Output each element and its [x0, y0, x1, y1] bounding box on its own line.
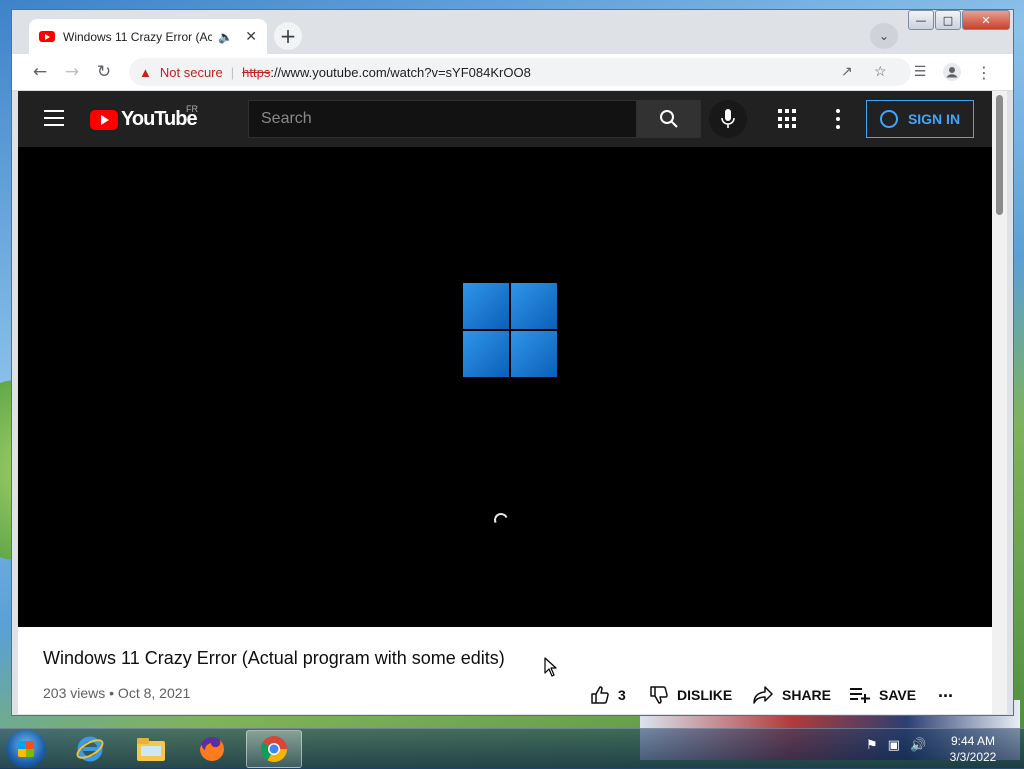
firefox-icon[interactable] [184, 730, 240, 768]
clock-date: 3/3/2022 [949, 750, 997, 764]
video-meta: 203 views • Oct 8, 2021 [43, 685, 191, 701]
not-secure-label[interactable]: Not secure [160, 65, 223, 80]
volume-icon[interactable]: 🔊 [910, 738, 926, 753]
chrome-icon[interactable] [246, 730, 302, 768]
tab-close-icon[interactable]: ✕ [245, 29, 257, 45]
voice-search-button[interactable] [709, 100, 747, 138]
youtube-favicon-icon [39, 31, 55, 42]
like-button[interactable]: 3 [590, 685, 626, 705]
youtube-page: YouTube FR SIGN IN Windows 11 Crazy [18, 91, 992, 714]
start-button[interactable] [6, 730, 46, 768]
youtube-play-icon [90, 109, 118, 130]
microphone-icon [721, 109, 735, 128]
share-page-icon[interactable]: ↗ [841, 63, 853, 80]
dislike-button[interactable]: DISLIKE [649, 685, 732, 705]
back-arrow-icon[interactable]: ← [28, 60, 52, 84]
hamburger-menu-icon[interactable] [44, 110, 64, 126]
close-window-button[interactable]: ✕ [962, 10, 1010, 30]
action-center-flag-icon[interactable]: ⚑ [866, 738, 878, 753]
taskbar: ⚑ ▣ 🔊 9:44 AM 3/3/2022 [0, 728, 1024, 769]
minimize-button[interactable]: — [908, 10, 934, 30]
browser-toolbar: ← → ↻ ▲ Not secure | https://www.youtube… [12, 54, 1013, 91]
maximize-button[interactable]: □ [935, 10, 961, 30]
audio-playing-icon[interactable]: 🔈 [218, 30, 233, 44]
youtube-logo[interactable]: YouTube FR [90, 104, 198, 131]
window-controls: — □ ✕ [908, 10, 1011, 30]
internet-explorer-icon[interactable] [62, 730, 118, 768]
tab-search-button[interactable]: ⌄ [870, 23, 898, 49]
profile-avatar-icon[interactable] [940, 60, 964, 84]
forward-arrow-icon[interactable]: → [60, 60, 84, 84]
file-explorer-icon[interactable] [123, 730, 179, 768]
save-label: SAVE [879, 687, 917, 703]
clock-time: 9:44 AM [950, 734, 996, 748]
sign-in-label: SIGN IN [907, 111, 961, 127]
settings-more-icon[interactable] [835, 109, 841, 129]
scrollbar-thumb[interactable] [996, 95, 1003, 215]
thumbs-up-icon [591, 686, 609, 704]
taskbar-clock[interactable]: 9:44 AM 3/3/2022 [938, 733, 1008, 765]
search-button[interactable] [637, 100, 701, 138]
more-actions-icon: ... [938, 681, 954, 701]
address-bar[interactable]: ▲ Not secure | https://www.youtube.com/w… [129, 58, 911, 86]
browser-menu-icon[interactable]: ⋮ [972, 60, 996, 84]
loading-spinner-icon [492, 511, 510, 529]
reading-list-icon[interactable]: ☰ [908, 60, 932, 84]
tab-title: Windows 11 Crazy Error (Actual program w… [63, 29, 213, 44]
system-tray: ⚑ ▣ 🔊 [866, 738, 936, 753]
video-player[interactable] [18, 147, 992, 627]
share-label: SHARE [782, 687, 832, 703]
like-count: 3 [618, 687, 626, 703]
thumbs-down-icon [650, 686, 668, 704]
bookmark-star-icon[interactable]: ☆ [874, 63, 887, 80]
save-button[interactable]: SAVE [849, 685, 916, 705]
url-scheme: https [242, 64, 271, 80]
search-box [248, 100, 637, 138]
region-code: FR [186, 104, 198, 114]
page-scrollbar[interactable] [992, 91, 1007, 714]
youtube-header: YouTube FR SIGN IN [18, 91, 992, 147]
video-title: Windows 11 Crazy Error (Actual program w… [43, 648, 505, 668]
more-actions-button[interactable]: ... [938, 681, 953, 702]
warning-triangle-icon[interactable]: ▲ [139, 65, 152, 80]
browser-tab[interactable]: Windows 11 Crazy Error (Actual program w… [29, 19, 267, 54]
url-text: ://www.youtube.com/watch?v=sYF084KrOO8 [270, 64, 531, 80]
browser-window: Windows 11 Crazy Error (Actual program w… [11, 9, 1014, 716]
search-input[interactable] [249, 101, 636, 137]
apps-grid-icon[interactable] [778, 109, 798, 129]
share-arrow-icon [753, 686, 773, 704]
mouse-cursor-icon [544, 657, 557, 677]
windows-logo-icon [463, 283, 557, 377]
new-tab-button[interactable]: + [274, 22, 302, 50]
tab-strip: Windows 11 Crazy Error (Actual program w… [12, 10, 1013, 54]
playlist-add-icon [850, 688, 870, 703]
search-icon [660, 110, 678, 128]
network-icon[interactable]: ▣ [888, 738, 900, 753]
reload-icon[interactable]: ↻ [92, 60, 116, 84]
sign-in-button[interactable]: SIGN IN [866, 100, 974, 138]
share-button[interactable]: SHARE [752, 685, 831, 705]
dislike-label: DISLIKE [677, 687, 733, 703]
account-circle-icon [879, 110, 898, 128]
